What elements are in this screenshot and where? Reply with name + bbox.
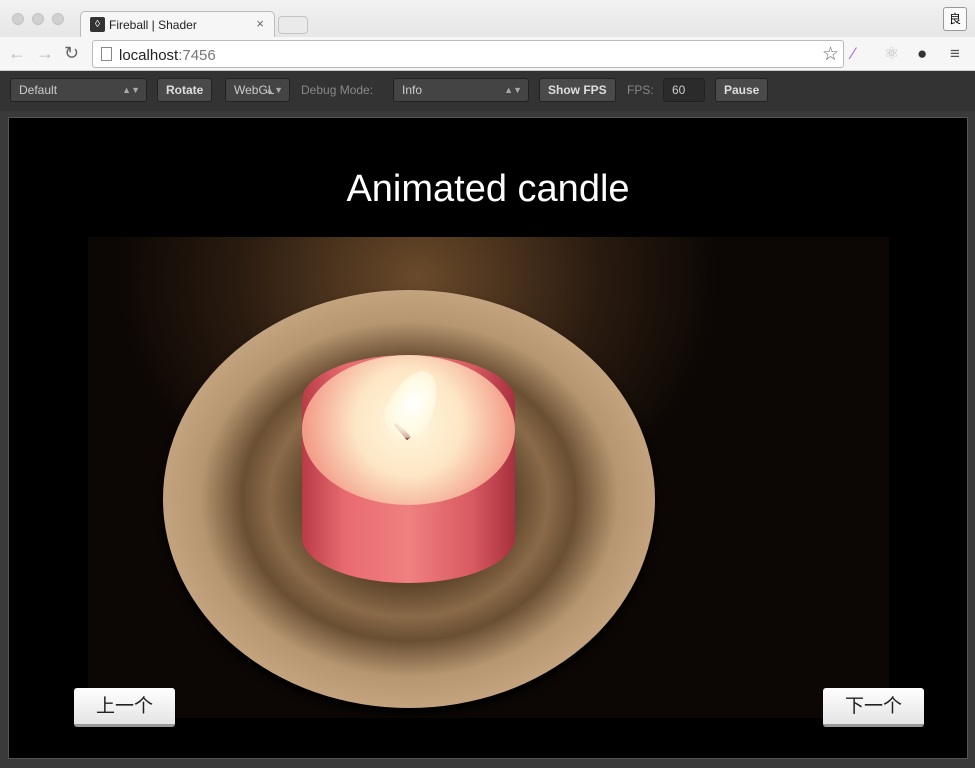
maximize-window-button[interactable] bbox=[52, 13, 64, 25]
rotate-button[interactable]: Rotate bbox=[157, 78, 213, 102]
renderer-select[interactable]: WebGL ▲▼ bbox=[225, 78, 290, 102]
debug-mode-value: Info bbox=[402, 83, 423, 97]
reload-icon[interactable]: ↻ bbox=[64, 43, 79, 64]
fps-input[interactable]: 60 bbox=[663, 78, 705, 102]
react-extension-icon[interactable]: ⚛ bbox=[884, 44, 899, 64]
scene-title: Animated candle bbox=[346, 168, 630, 210]
evernote-extension-icon[interactable]: ● bbox=[917, 44, 927, 64]
game-canvas[interactable]: Animated candle 上一个 下一个 bbox=[8, 117, 968, 759]
tab-title: Fireball | Shader bbox=[109, 18, 197, 32]
fps-label: FPS: bbox=[627, 83, 654, 97]
url-input[interactable]: localhost:7456 ☆ bbox=[92, 40, 844, 68]
debug-mode-select[interactable]: Info ▲▼ bbox=[393, 78, 529, 102]
back-icon[interactable]: ← bbox=[8, 43, 26, 64]
candle-scene-image bbox=[88, 237, 889, 718]
fireball-favicon-icon: ◊ bbox=[90, 17, 105, 32]
page-icon bbox=[101, 47, 112, 61]
debug-mode-label: Debug Mode: bbox=[301, 83, 374, 97]
feather-extension-icon[interactable]: ⁄ bbox=[852, 44, 855, 64]
select-arrows-icon: ▲▼ bbox=[265, 85, 283, 95]
select-arrows-icon: ▲▼ bbox=[504, 85, 522, 95]
url-port: :7456 bbox=[178, 47, 216, 64]
toolbar: Default ▲▼ Rotate WebGL ▲▼ Debug Mode: Inf… bbox=[0, 71, 975, 111]
forward-icon[interactable]: → bbox=[36, 43, 54, 64]
address-bar-row: ← → ↻ localhost:7456 ☆ ⁄ ⚛ ● ≡ bbox=[0, 37, 975, 71]
close-tab-icon[interactable]: × bbox=[256, 16, 264, 31]
minimize-window-button[interactable] bbox=[32, 13, 44, 25]
menu-icon[interactable]: ≡ bbox=[950, 44, 960, 64]
preset-select[interactable]: Default ▲▼ bbox=[10, 78, 147, 102]
show-fps-button[interactable]: Show FPS bbox=[539, 78, 616, 102]
new-tab-button[interactable] bbox=[278, 16, 308, 34]
bookmark-star-icon[interactable]: ☆ bbox=[822, 43, 839, 66]
preset-value: Default bbox=[19, 83, 58, 97]
profile-button[interactable]: 良 bbox=[943, 7, 967, 31]
previous-button[interactable]: 上一个 bbox=[74, 688, 175, 727]
tab-bar: ◊ Fireball | Shader × 良 bbox=[0, 0, 975, 38]
pause-button[interactable]: Pause bbox=[715, 78, 769, 102]
next-button[interactable]: 下一个 bbox=[823, 688, 924, 727]
close-window-button[interactable] bbox=[12, 13, 24, 25]
select-arrows-icon: ▲▼ bbox=[122, 85, 140, 95]
tab-fireball-shader[interactable]: ◊ Fireball | Shader × bbox=[80, 11, 275, 38]
url-host: localhost bbox=[119, 47, 179, 64]
